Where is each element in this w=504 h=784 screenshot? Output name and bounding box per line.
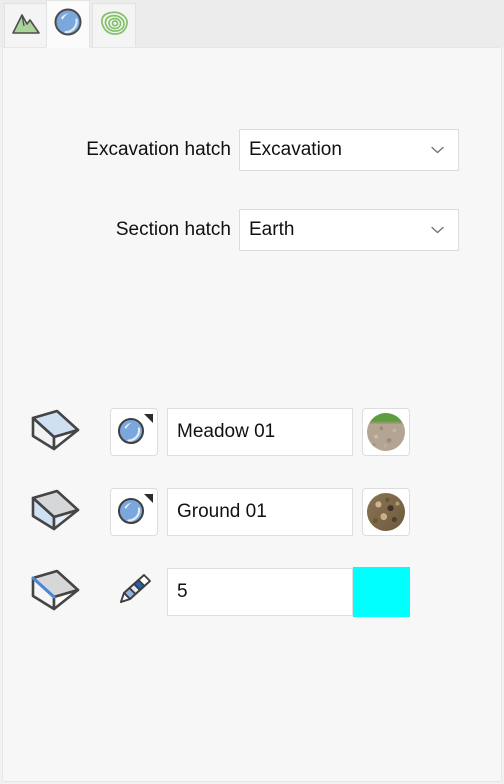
material-button-cell-1 xyxy=(101,408,167,456)
sphere-material-icon xyxy=(114,490,154,535)
section-hatch-row: Section hatch Earth xyxy=(3,209,459,251)
material-row-side-face: Ground 01 xyxy=(3,484,410,540)
tab-strip xyxy=(0,0,504,48)
line-button-cell-3 xyxy=(101,568,167,616)
material-name-input-1[interactable]: Meadow 01 xyxy=(167,408,353,456)
chevron-down-icon xyxy=(431,146,444,154)
line-color-swatch[interactable] xyxy=(353,567,410,617)
material-button-cell-2 xyxy=(101,488,167,536)
section-hatch-value: Earth xyxy=(249,219,295,240)
mountain-icon xyxy=(11,10,41,41)
material-name-input-2[interactable]: Ground 01 xyxy=(167,488,353,536)
excavation-hatch-row: Excavation hatch Excavation xyxy=(3,129,459,171)
surface-indicator-edge xyxy=(3,566,101,619)
sphere-material-icon xyxy=(114,410,154,455)
ground-texture-disc xyxy=(367,493,405,531)
line-style-button[interactable] xyxy=(110,568,158,616)
excavation-hatch-select[interactable]: Excavation xyxy=(239,129,459,171)
material-row-edge: 5 xyxy=(3,564,410,620)
meadow-texture-disc xyxy=(367,413,405,451)
texture-swatch-cell-1 xyxy=(362,408,410,456)
excavation-hatch-label: Excavation hatch xyxy=(86,139,231,160)
material-picker-button-2[interactable] xyxy=(110,488,158,536)
tab-terrain[interactable] xyxy=(4,3,48,47)
ground-texture-swatch[interactable] xyxy=(362,488,410,536)
tab-contour[interactable] xyxy=(92,3,136,47)
meadow-texture-swatch[interactable] xyxy=(362,408,410,456)
section-hatch-label: Section hatch xyxy=(115,219,231,240)
wedge-top-face-icon xyxy=(21,406,83,459)
surface-indicator-side xyxy=(3,486,101,539)
pencil-icon xyxy=(113,569,155,616)
excavation-hatch-value: Excavation xyxy=(249,139,342,160)
chevron-down-icon xyxy=(431,226,444,234)
contour-icon xyxy=(98,8,130,43)
section-hatch-select[interactable]: Earth xyxy=(239,209,459,251)
material-row-top-face: Meadow 01 xyxy=(3,404,410,460)
material-picker-button-1[interactable] xyxy=(110,408,158,456)
wedge-side-face-icon xyxy=(21,486,83,539)
line-width-input[interactable]: 5 xyxy=(167,568,353,616)
sphere-icon xyxy=(53,7,83,42)
material-settings-panel: Excavation hatch Excavation Section hatc… xyxy=(2,47,502,782)
tab-material[interactable] xyxy=(46,0,90,48)
texture-swatch-cell-2 xyxy=(362,488,410,536)
surface-indicator-top xyxy=(3,406,101,459)
wedge-edge-icon xyxy=(21,566,83,619)
